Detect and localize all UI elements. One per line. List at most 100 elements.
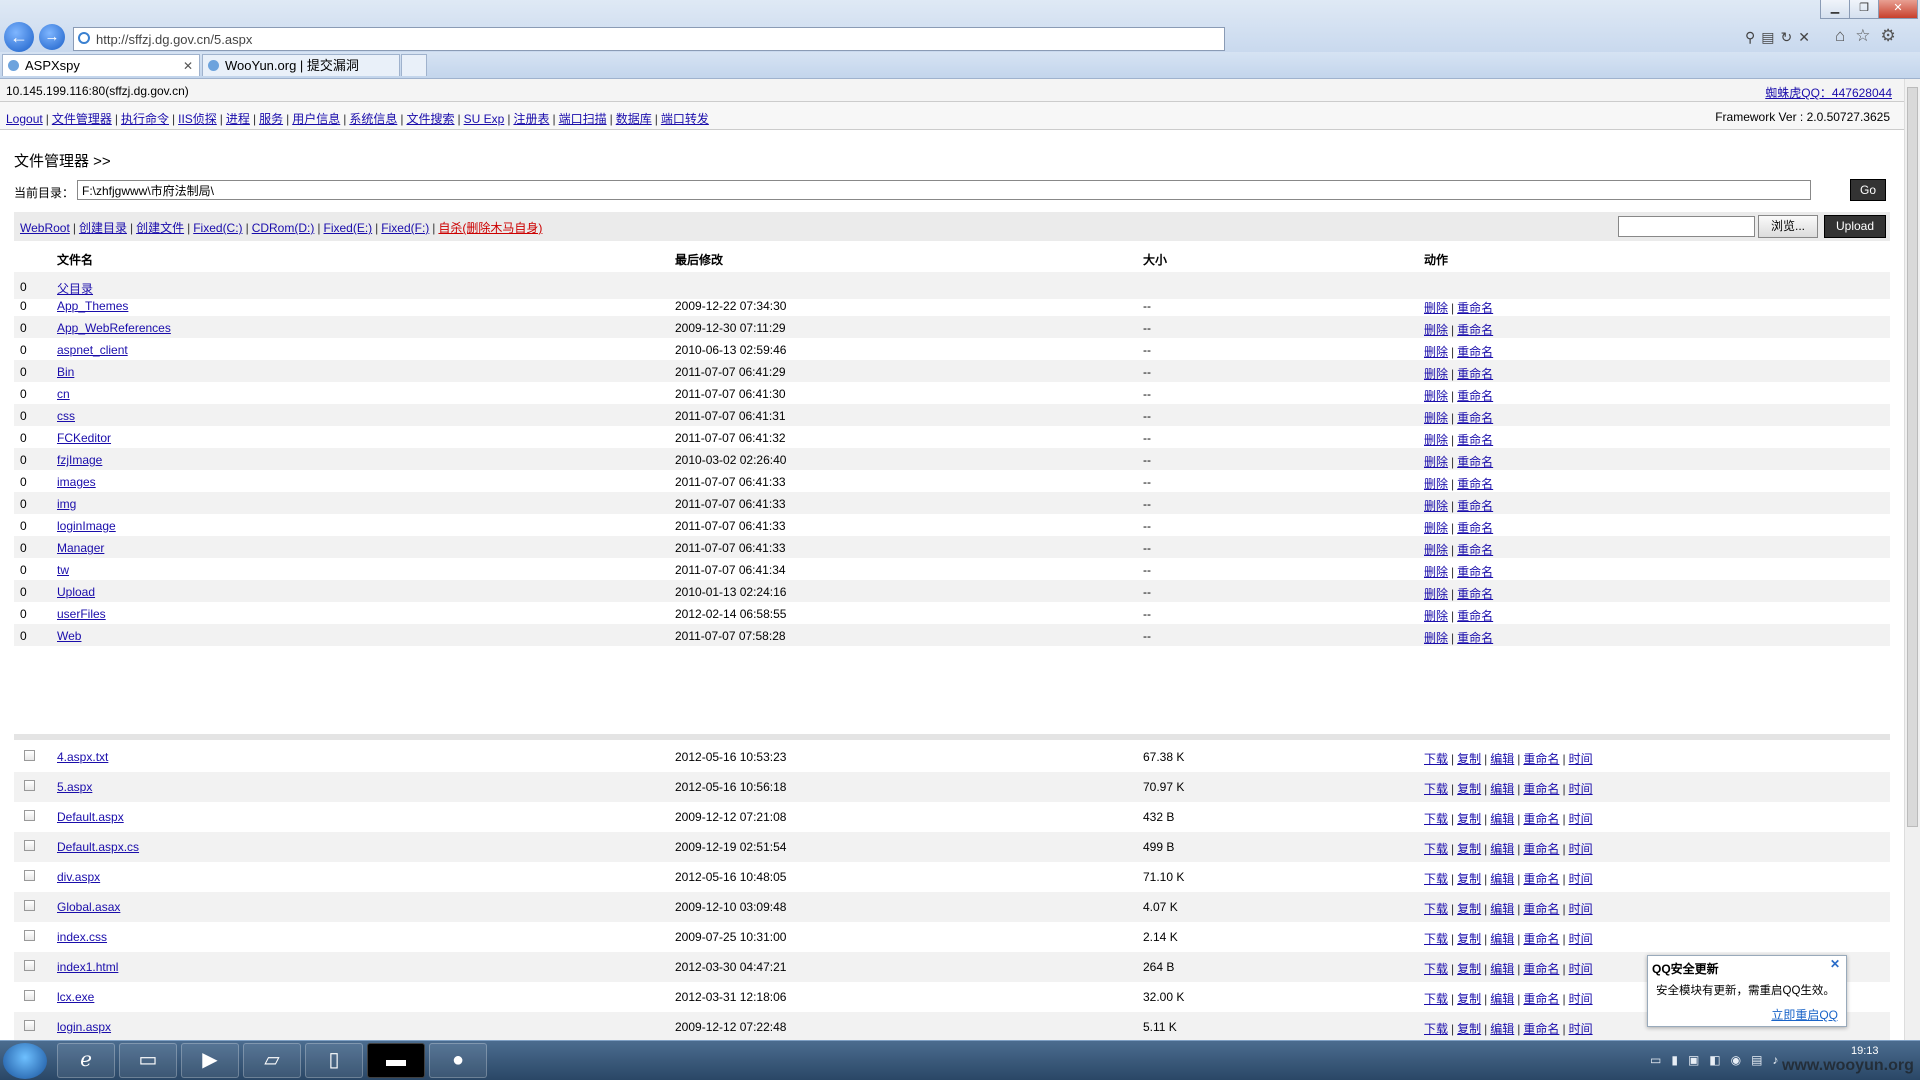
- file-checkbox[interactable]: [24, 960, 35, 971]
- file-checkbox[interactable]: [24, 780, 35, 791]
- file-checkbox[interactable]: [24, 870, 35, 881]
- file-action-2[interactable]: 编辑: [1490, 842, 1514, 856]
- menu-item-2[interactable]: 执行命令: [121, 112, 169, 126]
- file-action-3[interactable]: 重命名: [1523, 932, 1559, 946]
- dir-action-1[interactable]: 重命名: [1457, 323, 1493, 337]
- dir-name-link[interactable]: loginImage: [57, 519, 116, 533]
- file-action-1[interactable]: 复制: [1457, 932, 1481, 946]
- file-name-link[interactable]: Default.aspx: [57, 810, 124, 824]
- file-action-0[interactable]: 下载: [1424, 902, 1448, 916]
- close-window-button[interactable]: ✕: [1878, 0, 1918, 19]
- dir-action-0[interactable]: 删除: [1424, 499, 1448, 513]
- menu-item-6[interactable]: 用户信息: [292, 112, 340, 126]
- forward-button[interactable]: →: [39, 24, 65, 50]
- file-checkbox[interactable]: [24, 900, 35, 911]
- dir-action-0[interactable]: 删除: [1424, 411, 1448, 425]
- address-bar[interactable]: http://sffzj.dg.gov.cn/5.aspx: [73, 27, 1225, 51]
- dir-action-1[interactable]: 重命名: [1457, 345, 1493, 359]
- file-checkbox[interactable]: [24, 990, 35, 1001]
- tab-wooyun[interactable]: WooYun.org | 提交漏洞: [202, 54, 400, 76]
- dir-name-link[interactable]: images: [57, 475, 96, 489]
- file-action-2[interactable]: 编辑: [1490, 932, 1514, 946]
- file-name-link[interactable]: Default.aspx.cs: [57, 840, 139, 854]
- file-name-link[interactable]: 4.aspx.txt: [57, 750, 108, 764]
- menu-item-13[interactable]: 端口转发: [661, 112, 709, 126]
- menu-item-11[interactable]: 端口扫描: [559, 112, 607, 126]
- file-action-3[interactable]: 重命名: [1523, 752, 1559, 766]
- file-checkbox[interactable]: [24, 1020, 35, 1031]
- dir-name-link[interactable]: Web: [57, 629, 81, 643]
- file-action-0[interactable]: 下载: [1424, 872, 1448, 886]
- dir-action-0[interactable]: 删除: [1424, 477, 1448, 491]
- dir-name-link[interactable]: Manager: [57, 541, 104, 555]
- file-action-2[interactable]: 编辑: [1490, 782, 1514, 796]
- notepad-taskbar-icon[interactable]: ▱: [243, 1043, 301, 1078]
- file-checkbox[interactable]: [24, 750, 35, 761]
- current-dir-input[interactable]: [77, 180, 1811, 200]
- file-checkbox[interactable]: [24, 840, 35, 851]
- file-action-0[interactable]: 下载: [1424, 992, 1448, 1006]
- close-tab-icon[interactable]: ✕: [183, 55, 193, 77]
- dir-name-link[interactable]: userFiles: [57, 607, 106, 621]
- dir-action-1[interactable]: 重命名: [1457, 565, 1493, 579]
- tool-link-4[interactable]: CDRom(D:): [252, 221, 315, 235]
- tool-link-0[interactable]: WebRoot: [20, 221, 70, 235]
- explorer-taskbar-icon[interactable]: ▭: [119, 1043, 177, 1078]
- file-action-2[interactable]: 编辑: [1490, 962, 1514, 976]
- file-action-1[interactable]: 复制: [1457, 782, 1481, 796]
- menu-item-0[interactable]: Logout: [6, 112, 43, 126]
- ie-taskbar-icon[interactable]: ℯ: [57, 1043, 115, 1078]
- file-action-1[interactable]: 复制: [1457, 962, 1481, 976]
- vertical-scrollbar[interactable]: [1904, 79, 1920, 1040]
- favorites-icon[interactable]: ☆: [1855, 26, 1880, 45]
- minimize-button[interactable]: ▁: [1820, 0, 1850, 19]
- file-action-2[interactable]: 编辑: [1490, 992, 1514, 1006]
- tool-link-3[interactable]: Fixed(C:): [193, 221, 242, 235]
- file-name-link[interactable]: lcx.exe: [57, 990, 94, 1004]
- menu-item-4[interactable]: 进程: [226, 112, 250, 126]
- upload-button[interactable]: Upload: [1824, 215, 1886, 238]
- dir-action-0[interactable]: 删除: [1424, 301, 1448, 315]
- dir-action-0[interactable]: 删除: [1424, 367, 1448, 381]
- file-action-4[interactable]: 时间: [1569, 902, 1593, 916]
- refresh-icon[interactable]: ↻: [1781, 29, 1799, 45]
- tool-link-2[interactable]: 创建文件: [136, 221, 184, 235]
- self-delete-link[interactable]: 自杀(删除木马自身): [438, 221, 542, 235]
- window-taskbar-icon[interactable]: ▯: [305, 1043, 363, 1078]
- file-action-4[interactable]: 时间: [1569, 782, 1593, 796]
- new-tab-button[interactable]: [401, 54, 427, 76]
- tab-aspxspy[interactable]: ASPXspy ✕: [2, 54, 200, 76]
- tool-link-6[interactable]: Fixed(F:): [381, 221, 429, 235]
- dir-action-1[interactable]: 重命名: [1457, 609, 1493, 623]
- dir-action-0[interactable]: 删除: [1424, 455, 1448, 469]
- dir-action-0[interactable]: 删除: [1424, 433, 1448, 447]
- stop-icon[interactable]: ✕: [1798, 29, 1816, 45]
- dir-action-1[interactable]: 重命名: [1457, 521, 1493, 535]
- file-action-3[interactable]: 重命名: [1523, 782, 1559, 796]
- dir-name-link[interactable]: App_WebReferences: [57, 321, 171, 335]
- dir-name-link[interactable]: aspnet_client: [57, 343, 128, 357]
- gear-icon[interactable]: ⚙: [1881, 26, 1906, 45]
- menu-item-8[interactable]: 文件搜索: [406, 112, 454, 126]
- file-action-0[interactable]: 下载: [1424, 962, 1448, 976]
- menu-item-1[interactable]: 文件管理器: [52, 112, 112, 126]
- dir-action-1[interactable]: 重命名: [1457, 411, 1493, 425]
- file-action-2[interactable]: 编辑: [1490, 1022, 1514, 1036]
- file-action-1[interactable]: 复制: [1457, 812, 1481, 826]
- home-icon[interactable]: ⌂: [1835, 26, 1855, 45]
- dir-name-link[interactable]: App_Themes: [57, 299, 128, 313]
- address-tools[interactable]: ⚲▤↻✕: [1745, 29, 1816, 46]
- dir-action-0[interactable]: 删除: [1424, 323, 1448, 337]
- menu-item-10[interactable]: 注册表: [513, 112, 549, 126]
- dir-action-0[interactable]: 删除: [1424, 389, 1448, 403]
- menu-item-9[interactable]: SU Exp: [464, 112, 505, 126]
- file-action-4[interactable]: 时间: [1569, 1022, 1593, 1036]
- file-name-link[interactable]: div.aspx: [57, 870, 100, 884]
- dir-action-1[interactable]: 重命名: [1457, 389, 1493, 403]
- file-action-3[interactable]: 重命名: [1523, 902, 1559, 916]
- file-checkbox[interactable]: [24, 930, 35, 941]
- file-action-3[interactable]: 重命名: [1523, 812, 1559, 826]
- file-action-0[interactable]: 下载: [1424, 932, 1448, 946]
- file-action-2[interactable]: 编辑: [1490, 872, 1514, 886]
- file-action-3[interactable]: 重命名: [1523, 1022, 1559, 1036]
